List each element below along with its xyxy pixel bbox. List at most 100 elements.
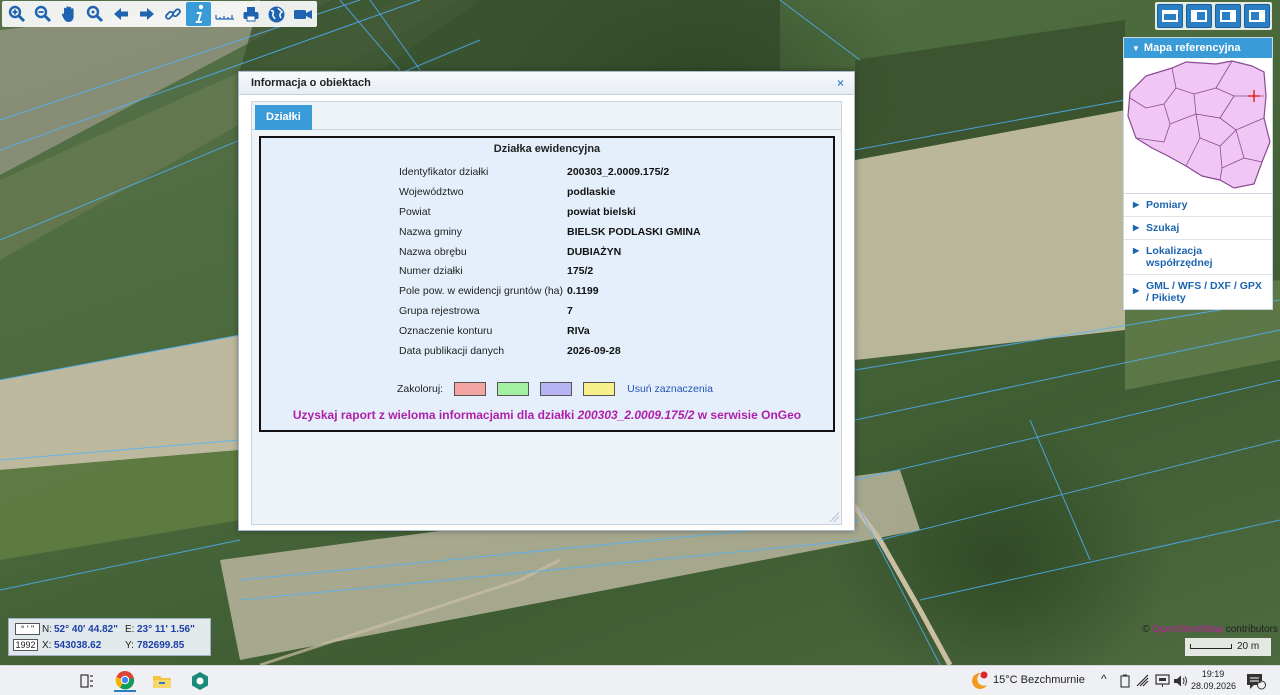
tab-bar: Działki xyxy=(252,102,841,130)
row-label: Nazwa obrębu xyxy=(399,245,467,258)
clock[interactable]: 19:19 28.09.2026 xyxy=(1191,668,1237,692)
side-item-pomiary[interactable]: ▶ Pomiary xyxy=(1124,194,1272,217)
scale-bar: 20 m xyxy=(1185,638,1271,656)
info-icon[interactable] xyxy=(186,2,211,26)
side-item-label: Lokalizacja współrzędnej xyxy=(1146,245,1213,269)
globe-icon[interactable] xyxy=(264,2,289,26)
parcel-info-box: Działka ewidencyjna Identyfikator działk… xyxy=(259,136,835,432)
layout-left-panel-icon[interactable] xyxy=(1186,4,1212,28)
color-swatch-purple[interactable] xyxy=(540,382,573,396)
side-panel: ▼ Mapa referencyjna ▶ Pomiary ▶ Szukaj ▶… xyxy=(1123,37,1273,310)
e-value: 23° 11' 1.56" xyxy=(137,624,195,635)
side-item-label: Szukaj xyxy=(1146,222,1180,234)
y-value: 782699.85 xyxy=(137,640,185,651)
color-swatch-red[interactable] xyxy=(454,382,487,396)
e-label: E: xyxy=(125,624,135,635)
layout-right-panel-icon[interactable] xyxy=(1244,4,1270,28)
camera-icon[interactable] xyxy=(290,2,315,26)
reference-map-title: Mapa referencyjna xyxy=(1143,42,1241,54)
dms-format-button[interactable]: ° ' " xyxy=(15,623,40,635)
table-row: Numer działki 175/2 xyxy=(399,261,701,281)
notification-count: 1 xyxy=(1258,678,1262,685)
scale-label: 20 m xyxy=(1237,641,1260,652)
file-explorer-icon[interactable] xyxy=(151,670,173,692)
weather-icon[interactable] xyxy=(968,670,990,692)
zoom-out-icon[interactable] xyxy=(30,2,55,26)
back-arrow-icon[interactable] xyxy=(108,2,133,26)
report-parcel-id: 200303_2.0009.175/2 xyxy=(577,408,695,422)
layout-export-icon[interactable] xyxy=(1215,4,1241,28)
dialog-titlebar[interactable]: Informacja o obiektach × xyxy=(239,72,854,95)
ongeo-report-link[interactable]: Uzyskaj raport z wieloma informacjami dl… xyxy=(261,408,833,422)
row-label: Grupa rejestrowa xyxy=(399,305,480,318)
side-item-gml[interactable]: ▶ GML / WFS / DXF / GPX / Pikiety xyxy=(1124,275,1272,309)
row-value: powiat bielski xyxy=(567,205,636,218)
forward-arrow-icon[interactable] xyxy=(134,2,159,26)
table-row: Grupa rejestrowa 7 xyxy=(399,301,701,321)
row-value: 2026-09-28 xyxy=(567,344,621,357)
close-icon[interactable]: × xyxy=(837,72,844,95)
attribution-suffix: contributors xyxy=(1222,624,1278,635)
table-row: Powiat powiat bielski xyxy=(399,202,701,222)
row-label: Oznaczenie konturu xyxy=(399,325,493,338)
layout-toggle-group xyxy=(1155,2,1272,30)
poland-map-image xyxy=(1127,60,1271,189)
row-value: 7 xyxy=(567,305,573,318)
notification-icon[interactable]: 1 xyxy=(1245,670,1267,692)
table-row: Województwo podlaskie xyxy=(399,182,701,202)
row-label: Identyfikator działki xyxy=(399,165,489,178)
side-item-lokalizacja[interactable]: ▶ Lokalizacja współrzędnej xyxy=(1124,240,1272,275)
print-icon[interactable] xyxy=(238,2,263,26)
color-swatch-green[interactable] xyxy=(497,382,530,396)
pan-hand-icon[interactable] xyxy=(56,2,81,26)
row-label: Data publikacji danych xyxy=(399,344,505,357)
side-item-szukaj[interactable]: ▶ Szukaj xyxy=(1124,217,1272,240)
map-attribution: © OpenStreetMap contributors xyxy=(1142,624,1278,635)
clock-date: 28.09.2026 xyxy=(1191,681,1237,691)
section-title: Działka ewidencyjna xyxy=(493,143,601,155)
report-suffix: w serwisie OnGeo xyxy=(694,408,802,422)
n-value: 52° 40' 44.82" xyxy=(54,624,118,635)
clock-time: 19:19 xyxy=(1201,669,1225,679)
table-row: Identyfikator działki 200303_2.0009.175/2 xyxy=(399,162,701,182)
osm-link[interactable]: OpenStreetMap xyxy=(1152,624,1223,635)
reference-map[interactable] xyxy=(1124,58,1272,194)
side-item-label: Pomiary xyxy=(1146,199,1188,211)
app-hexagon-icon[interactable] xyxy=(189,670,211,692)
row-value: 200303_2.0009.175/2 xyxy=(567,165,670,178)
resize-grip-icon[interactable] xyxy=(829,512,839,522)
row-label: Numer działki xyxy=(399,265,463,278)
chrome-icon[interactable] xyxy=(114,670,136,692)
zoom-extent-icon[interactable] xyxy=(82,2,107,26)
color-swatch-yellow[interactable] xyxy=(583,382,616,396)
collapse-arrow-icon: ▼ xyxy=(1132,44,1140,53)
weather-text[interactable]: 15°C Bezchmurnie xyxy=(993,674,1085,686)
colorize-row: Zakoloruj: Usuń zaznaczenia xyxy=(397,382,713,396)
zoom-in-icon[interactable] xyxy=(4,2,29,26)
volume-icon[interactable] xyxy=(1169,670,1191,692)
side-item-label: GML / WFS / DXF / GPX / Pikiety xyxy=(1146,280,1262,304)
report-prefix: Uzyskaj raport z wieloma informacjami dl… xyxy=(292,408,578,422)
chevron-up-icon[interactable]: ^ xyxy=(1101,672,1107,686)
measure-ruler-icon[interactable] xyxy=(212,2,237,26)
dialog-title: Informacja o obiektach xyxy=(251,77,371,89)
layout-top-panel-icon[interactable] xyxy=(1157,4,1183,28)
chevron-right-icon: ▶ xyxy=(1133,200,1140,209)
x-value: 543038.62 xyxy=(54,640,102,651)
table-row: Oznaczenie konturu RIVa xyxy=(399,321,701,341)
x-label: X: xyxy=(42,640,52,651)
clear-selection-link[interactable]: Usuń zaznaczenia xyxy=(627,383,713,395)
row-label: Powiat xyxy=(399,205,431,218)
object-info-dialog: Informacja o obiektach × Działki Działka… xyxy=(238,71,855,531)
task-view-icon[interactable] xyxy=(76,670,98,692)
scale-bar-line xyxy=(1190,644,1232,649)
dialog-body: Działki Działka ewidencyjna Identyfikato… xyxy=(251,101,842,525)
reference-map-header[interactable]: ▼ Mapa referencyjna xyxy=(1124,38,1272,58)
crs-1992-button[interactable]: 1992 xyxy=(13,639,38,651)
parcel-attribute-table: Identyfikator działki 200303_2.0009.175/2… xyxy=(399,162,701,361)
tab-dzialki[interactable]: Działki xyxy=(255,105,312,130)
row-value: 175/2 xyxy=(567,265,594,278)
link-icon[interactable] xyxy=(160,2,185,26)
row-value: podlaskie xyxy=(567,185,616,198)
row-label: Nazwa gminy xyxy=(399,225,463,238)
